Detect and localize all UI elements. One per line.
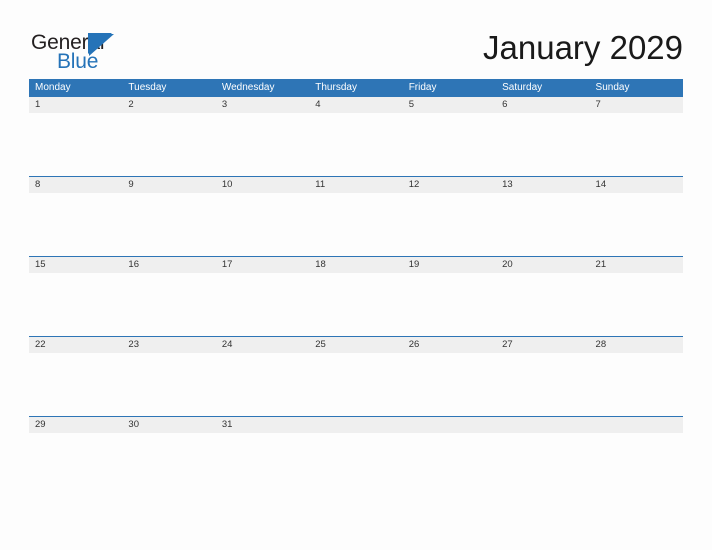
day-cell[interactable]: 22 <box>29 337 122 353</box>
weekday-sunday: Sunday <box>595 82 630 93</box>
weekday-friday: Friday <box>408 82 437 93</box>
day-cell[interactable]: 17 <box>216 257 309 273</box>
week-row: 8 9 10 11 12 13 14 <box>29 176 683 256</box>
day-cell-empty <box>309 417 402 433</box>
week-note-area[interactable] <box>29 113 683 176</box>
weekday-thursday: Thursday <box>315 82 357 93</box>
day-cell[interactable]: 6 <box>496 97 589 113</box>
weekday-tuesday: Tuesday <box>128 82 167 93</box>
day-cell[interactable]: 23 <box>122 337 215 353</box>
week-date-band: 8 9 10 11 12 13 14 <box>29 177 683 193</box>
weekday-header-row: Monday Tuesday Wednesday Thursday Friday… <box>29 79 683 96</box>
week-note-area[interactable] <box>29 353 683 416</box>
week-date-band: 15 16 17 18 19 20 21 <box>29 257 683 273</box>
day-cell[interactable]: 20 <box>496 257 589 273</box>
day-cell[interactable]: 27 <box>496 337 589 353</box>
week-date-band: 22 23 24 25 26 27 28 <box>29 337 683 353</box>
day-cell-empty <box>590 417 683 433</box>
day-cell[interactable]: 19 <box>403 257 496 273</box>
day-cell[interactable]: 3 <box>216 97 309 113</box>
day-cell[interactable]: 26 <box>403 337 496 353</box>
week-row: 1 2 3 4 5 6 7 <box>29 96 683 176</box>
day-cell[interactable]: 5 <box>403 97 496 113</box>
week-row: 29 30 31 <box>29 416 683 496</box>
calendar-title: January 2029 <box>483 29 683 66</box>
week-note-area[interactable] <box>29 193 683 256</box>
weekday-monday: Monday <box>35 82 71 93</box>
day-cell[interactable]: 7 <box>590 97 683 113</box>
brand-logo[interactable]: General Blue <box>31 32 151 72</box>
week-row: 22 23 24 25 26 27 28 <box>29 336 683 416</box>
day-cell[interactable]: 15 <box>29 257 122 273</box>
day-cell[interactable]: 25 <box>309 337 402 353</box>
day-cell[interactable]: 30 <box>122 417 215 433</box>
week-note-area[interactable] <box>29 433 683 496</box>
day-cell[interactable]: 4 <box>309 97 402 113</box>
week-note-area[interactable] <box>29 273 683 336</box>
day-cell[interactable]: 18 <box>309 257 402 273</box>
day-cell[interactable]: 24 <box>216 337 309 353</box>
day-cell[interactable]: 31 <box>216 417 309 433</box>
weekday-saturday: Saturday <box>502 82 543 93</box>
day-cell[interactable]: 28 <box>590 337 683 353</box>
day-cell[interactable]: 8 <box>29 177 122 193</box>
day-cell[interactable]: 16 <box>122 257 215 273</box>
weekday-wednesday: Wednesday <box>221 82 275 93</box>
day-cell[interactable]: 1 <box>29 97 122 113</box>
day-cell[interactable]: 29 <box>29 417 122 433</box>
day-cell[interactable]: 13 <box>496 177 589 193</box>
page-header: General Blue January 2029 <box>0 0 712 76</box>
brand-name-blue: Blue <box>57 50 99 73</box>
week-date-band: 29 30 31 <box>29 417 683 433</box>
week-date-band: 1 2 3 4 5 6 7 <box>29 97 683 113</box>
calendar-grid: Monday Tuesday Wednesday Thursday Friday… <box>29 79 683 496</box>
day-cell[interactable]: 21 <box>590 257 683 273</box>
day-cell[interactable]: 12 <box>403 177 496 193</box>
day-cell[interactable]: 9 <box>122 177 215 193</box>
day-cell[interactable]: 14 <box>590 177 683 193</box>
day-cell[interactable]: 2 <box>122 97 215 113</box>
day-cell[interactable]: 11 <box>309 177 402 193</box>
day-cell-empty <box>496 417 589 433</box>
day-cell-empty <box>403 417 496 433</box>
day-cell[interactable]: 10 <box>216 177 309 193</box>
week-row: 15 16 17 18 19 20 21 <box>29 256 683 336</box>
